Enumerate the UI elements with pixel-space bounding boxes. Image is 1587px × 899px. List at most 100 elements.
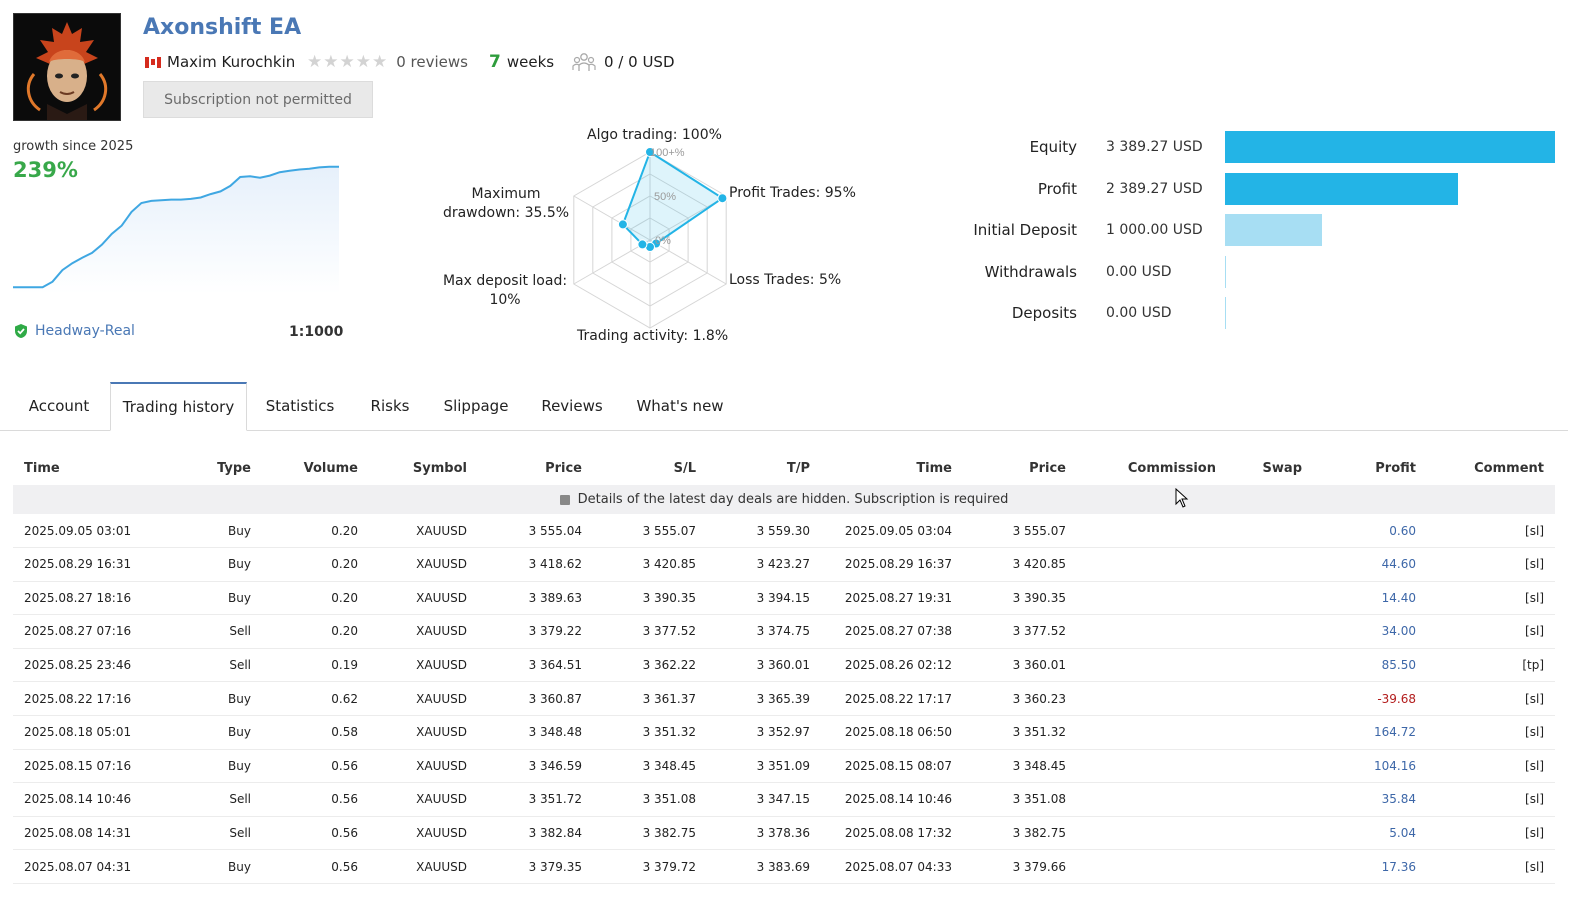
table-cell-time: 2025.08.07 04:31 [24, 859, 132, 874]
table-cell-volume: 0.56 [331, 792, 358, 807]
table-cell-volume: 0.58 [331, 725, 358, 740]
table-cell-symbol: XAUUSD [416, 624, 467, 639]
balance-label: Profit [1037, 179, 1077, 198]
table-cell-price: 3 555.04 [528, 523, 582, 538]
table-cell-t-p: 3 559.30 [756, 523, 810, 538]
table-cell-time: 2025.08.26 02:12 [844, 657, 952, 672]
table-cell-time: 2025.08.27 07:38 [844, 624, 952, 639]
table-cell-volume: 0.20 [331, 624, 358, 639]
broker-name[interactable]: Headway-Real [35, 323, 135, 339]
column-header-price[interactable]: Price [1029, 452, 1066, 484]
table-cell-price: 3 382.84 [528, 825, 582, 840]
table-cell-type: Sell [229, 657, 251, 672]
table-cell-type: Sell [229, 825, 251, 840]
table-cell-symbol: XAUUSD [416, 758, 467, 773]
table-cell-price: 3 348.48 [528, 725, 582, 740]
column-header-s-l[interactable]: S/L [674, 452, 696, 484]
column-header-price[interactable]: Price [545, 452, 582, 484]
table-cell-price: 3 382.75 [1012, 825, 1066, 840]
table-cell-symbol: XAUUSD [416, 557, 467, 572]
tab-reviews[interactable]: Reviews [524, 382, 620, 430]
table-row: 2025.08.22 17:16 Buy 0.62 XAUUSD 3 360.87 3 3… [13, 682, 1555, 716]
table-row: 2025.08.25 23:46 Sell 0.19 XAUUSD 3 364.51 3 … [13, 648, 1555, 683]
tab-trading-history[interactable]: Trading history [110, 382, 247, 431]
table-cell-symbol: XAUUSD [416, 657, 467, 672]
table-cell-price: 3 379.35 [528, 859, 582, 874]
tab-what-s-new[interactable]: What's new [620, 382, 740, 430]
table-cell-time: 2025.08.18 05:01 [24, 725, 132, 740]
table-cell-profit: 44.60 [1381, 557, 1416, 572]
column-header-comment[interactable]: Comment [1474, 452, 1544, 484]
radar-scale-mid: 50% [654, 191, 676, 203]
weeks-label: weeks [506, 53, 555, 71]
table-cell-profit: 34.00 [1381, 624, 1416, 639]
table-cell-price: 3 346.59 [528, 758, 582, 773]
table-cell-volume: 0.56 [331, 758, 358, 773]
table-cell-time: 2025.08.14 10:46 [24, 792, 132, 807]
table-cell-time: 2025.08.27 07:16 [24, 624, 132, 639]
balance-value: 0.00 USD [1106, 305, 1172, 321]
radar-label-drawdown: Maximum drawdown: 35.5% [441, 185, 571, 223]
table-cell-type: Buy [228, 691, 251, 706]
subscribers-icon [572, 53, 596, 71]
tab-risks[interactable]: Risks [352, 382, 428, 430]
author-name[interactable]: Maxim Kurochkin [167, 53, 295, 71]
balance-bar [1225, 214, 1323, 246]
verified-check-icon [15, 324, 27, 338]
table-cell-type: Buy [228, 523, 251, 538]
subscribe-button[interactable]: Subscription not permitted [143, 81, 373, 118]
tab-account[interactable]: Account [14, 382, 104, 430]
broker-block[interactable]: Headway-Real [13, 323, 135, 339]
column-header-time[interactable]: Time [916, 452, 952, 484]
face-logo-icon [26, 22, 108, 120]
column-header-swap[interactable]: Swap [1263, 452, 1302, 484]
table-cell-comment: [sl] [1525, 557, 1544, 572]
table-row: 2025.08.14 10:46 Sell 0.56 XAUUSD 3 351.72 3 … [13, 783, 1555, 817]
column-header-time[interactable]: Time [24, 452, 60, 484]
table-cell-symbol: XAUUSD [416, 691, 467, 706]
column-header-symbol[interactable]: Symbol [413, 452, 467, 484]
table-cell-comment: [tp] [1522, 657, 1544, 672]
table-cell-price: 3 360.23 [1012, 691, 1066, 706]
column-header-volume[interactable]: Volume [304, 452, 358, 484]
table-cell-symbol: XAUUSD [416, 590, 467, 605]
table-cell-price: 3 348.45 [1012, 758, 1066, 773]
author-block[interactable]: Maxim Kurochkin [145, 52, 295, 72]
product-title[interactable]: Axonshift EA [143, 15, 301, 40]
growth-caption: growth since 2025 [13, 139, 134, 154]
column-header-type[interactable]: Type [217, 452, 251, 484]
table-cell-price: 3 389.63 [528, 590, 582, 605]
table-row: 2025.08.15 07:16 Buy 0.56 XAUUSD 3 346.59 3 3… [13, 749, 1555, 784]
table-cell-symbol: XAUUSD [416, 523, 467, 538]
column-header-t-p[interactable]: T/P [787, 452, 810, 484]
column-header-profit[interactable]: Profit [1375, 452, 1416, 484]
rating-stars-icon: ★★★★★ [307, 52, 389, 72]
table-cell-s-l: 3 362.22 [642, 657, 696, 672]
table-cell-time: 2025.08.25 23:46 [24, 657, 132, 672]
radar-chart: 100+% 50% 0% [573, 147, 728, 329]
table-cell-s-l: 3 555.07 [642, 523, 696, 538]
radar-point-6 [617, 219, 628, 230]
balance-label: Equity [1029, 138, 1077, 156]
column-header-commission[interactable]: Commission [1128, 452, 1216, 484]
table-cell-comment: [sl] [1525, 792, 1544, 807]
table-cell-time: 2025.08.29 16:31 [24, 557, 132, 572]
table-cell-s-l: 3 351.08 [642, 792, 696, 807]
radar-label-algo: Algo trading: 100% [587, 127, 722, 143]
table-cell-price: 3 360.01 [1012, 657, 1066, 672]
rating-block[interactable]: ★★★★★ 0 reviews [307, 52, 468, 72]
leverage-value: 1:1000 [289, 324, 344, 340]
tab-slippage[interactable]: Slippage [428, 382, 524, 430]
tab-statistics[interactable]: Statistics [248, 382, 352, 430]
table-cell-price: 3 390.35 [1012, 590, 1066, 605]
table-cell-price: 3 351.72 [528, 792, 582, 807]
table-cell-type: Sell [229, 792, 251, 807]
balance-label: Initial Deposit [973, 221, 1077, 239]
table-cell-price: 3 360.87 [528, 691, 582, 706]
table-cell-t-p: 3 347.15 [756, 792, 810, 807]
table-cell-comment: [sl] [1525, 691, 1544, 706]
reviews-count[interactable]: 0 reviews [396, 53, 468, 71]
table-cell-profit: 104.16 [1374, 758, 1416, 773]
table-cell-volume: 0.19 [331, 657, 358, 672]
weeks-number: 7 [489, 52, 501, 72]
